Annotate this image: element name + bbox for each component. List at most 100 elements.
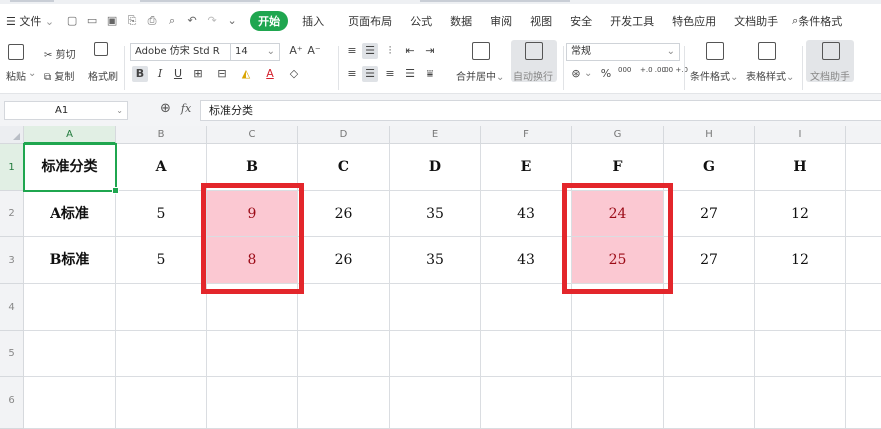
col-header-I[interactable]: I (755, 126, 846, 144)
cell-H2[interactable]: 27 (664, 191, 755, 237)
cell-I2[interactable]: 12 (755, 191, 846, 237)
underline-button[interactable]: U (170, 66, 186, 82)
cell-H5[interactable] (664, 331, 755, 377)
tab-data[interactable]: 数据 (450, 13, 472, 29)
print-preview-icon[interactable]: ⌕ (165, 14, 179, 28)
currency-dropdown-icon[interactable]: ⌄ (584, 68, 592, 79)
cell-I6[interactable] (755, 377, 846, 429)
paste-dropdown-icon[interactable]: ⌄ (28, 68, 36, 79)
align-bottom-icon[interactable]: ⫶ (382, 43, 398, 59)
distributed-align-icon[interactable]: ⩸ (422, 66, 438, 82)
tab-formulas[interactable]: 公式 (410, 13, 432, 29)
cell-F5[interactable] (481, 331, 572, 377)
align-right-icon[interactable]: ≡ (382, 66, 398, 82)
row-header-2[interactable]: 2 (0, 191, 24, 237)
conditional-format-button[interactable] (706, 42, 724, 60)
cell-B6[interactable] (116, 377, 207, 429)
export-pdf-icon[interactable]: ⎘ (125, 14, 139, 28)
cell-fill-style-icon[interactable]: ⊟ (214, 66, 230, 82)
cell-A3[interactable]: B标准 (24, 237, 116, 284)
cell-E3[interactable]: 35 (390, 237, 481, 284)
tab-features[interactable]: 特色应用 (672, 13, 716, 29)
zoom-icon[interactable]: ⊕ (160, 101, 171, 116)
merge-center-button[interactable] (472, 42, 490, 60)
cell-H3[interactable]: 27 (664, 237, 755, 284)
row-header-1[interactable]: 1 (0, 144, 24, 191)
italic-button[interactable]: I (152, 66, 168, 82)
cell-B5[interactable] (116, 331, 207, 377)
tab-review[interactable]: 审阅 (490, 13, 512, 29)
font-name-select[interactable]: Adobe 仿宋 Std R (130, 43, 240, 61)
fx-button[interactable]: fx (181, 102, 191, 115)
tab-developer[interactable]: 开发工具 (610, 13, 654, 29)
cell-F6[interactable] (481, 377, 572, 429)
cell-B4[interactable] (116, 284, 207, 331)
cell-J5[interactable] (846, 331, 881, 377)
paste-button[interactable] (8, 44, 24, 60)
col-header-B[interactable]: B (116, 126, 207, 144)
borders-icon[interactable]: ⊞ (190, 66, 206, 82)
cell-J3[interactable] (846, 237, 881, 284)
clear-format-icon[interactable]: ◇ (286, 66, 302, 82)
cell-E1[interactable]: D (390, 144, 481, 191)
decrease-indent-icon[interactable]: ⇤ (402, 43, 418, 59)
cell-J6[interactable] (846, 377, 881, 429)
align-middle-icon[interactable]: ☰ (362, 43, 378, 59)
cell-I4[interactable] (755, 284, 846, 331)
cell-H4[interactable] (664, 284, 755, 331)
decrease-decimal-button[interactable]: .00 +.0 (662, 66, 688, 74)
cell-G6[interactable] (572, 377, 664, 429)
cell-A6[interactable] (24, 377, 116, 429)
cell-F1[interactable]: E (481, 144, 572, 191)
col-header-E[interactable]: E (390, 126, 481, 144)
tab-view[interactable]: 视图 (530, 13, 552, 29)
decrease-font-icon[interactable]: A⁻ (306, 43, 322, 59)
cell-D4[interactable] (298, 284, 390, 331)
increase-font-icon[interactable]: A⁺ (288, 43, 304, 59)
row-header-3[interactable]: 3 (0, 237, 24, 284)
name-box[interactable]: A1 ⌄ (4, 101, 128, 120)
cell-A4[interactable] (24, 284, 116, 331)
undo-icon[interactable]: ↶ (185, 14, 199, 28)
cell-C6[interactable] (207, 377, 298, 429)
redo-icon[interactable]: ↷ (205, 14, 219, 28)
cell-E2[interactable]: 35 (390, 191, 481, 237)
currency-icon[interactable]: ⊛ (568, 66, 584, 82)
tab-page-layout[interactable]: 页面布局 (348, 13, 392, 29)
save-icon[interactable]: ▣ (105, 14, 119, 28)
justify-icon[interactable]: ☰ (402, 66, 418, 82)
row-header-5[interactable]: 5 (0, 331, 24, 377)
cell-J2[interactable] (846, 191, 881, 237)
cell-D5[interactable] (298, 331, 390, 377)
tab-insert[interactable]: 插入 (302, 13, 324, 29)
thousands-separator-button[interactable]: 000 (618, 66, 631, 74)
percent-button[interactable]: % (598, 66, 614, 82)
tab-doc-helper[interactable]: 文档助手 (734, 13, 778, 29)
cell-H1[interactable]: G (664, 144, 755, 191)
cell-B1[interactable]: A (116, 144, 207, 191)
cell-E6[interactable] (390, 377, 481, 429)
tab-start[interactable]: 开始 (250, 11, 289, 31)
cell-B3[interactable]: 5 (116, 237, 207, 284)
col-header-A[interactable]: A (24, 126, 116, 144)
col-header-F[interactable]: F (481, 126, 572, 144)
print-icon[interactable]: ⎙ (145, 14, 159, 28)
cell-C5[interactable] (207, 331, 298, 377)
cell-E4[interactable] (390, 284, 481, 331)
cell-A5[interactable] (24, 331, 116, 377)
bold-button[interactable]: B (132, 66, 148, 82)
cell-H6[interactable] (664, 377, 755, 429)
auto-wrap-button[interactable]: 自动换行 (511, 40, 557, 83)
cell-D3[interactable]: 26 (298, 237, 390, 284)
row-header-4[interactable]: 4 (0, 284, 24, 331)
increase-decimal-button[interactable]: +.0 .00 (640, 66, 666, 74)
align-center-icon[interactable]: ☰ (362, 66, 378, 82)
cell-J1[interactable] (846, 144, 881, 191)
col-header-G[interactable]: G (572, 126, 664, 144)
cell-D1[interactable]: C (298, 144, 390, 191)
cell-F4[interactable] (481, 284, 572, 331)
cell-E5[interactable] (390, 331, 481, 377)
cell-F2[interactable]: 43 (481, 191, 572, 237)
cell-I1[interactable]: H (755, 144, 846, 191)
fill-color-icon[interactable]: ◭ (238, 66, 254, 82)
